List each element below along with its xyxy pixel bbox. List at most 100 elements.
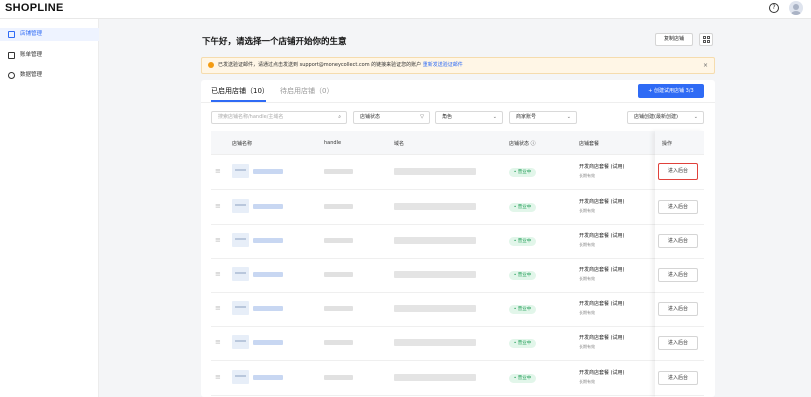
table-row[interactable]: ≡ • 营业中 开发商店套餐 (试用) 长期有效 进入后台 — [211, 361, 704, 396]
store-logo — [232, 164, 249, 178]
filter-icon: ▽ — [420, 114, 424, 120]
store-logo — [232, 233, 249, 247]
plan-name: 开发商店套餐 (试用) — [579, 233, 625, 239]
sidebar-item-label: 店铺管理 — [20, 31, 43, 37]
store-icon — [8, 31, 15, 38]
sort-select[interactable]: 店铺创建(最新创建) ⌄ — [627, 111, 704, 124]
column-header-plan: 店铺套餐 — [579, 141, 600, 147]
table-row[interactable]: ≡ • 营业中 开发商店套餐 (试用) 长期有效 进入后台 — [211, 190, 704, 225]
merchant-account-select[interactable]: 商家账号 ⌄ — [509, 111, 577, 124]
store-name[interactable] — [253, 375, 283, 380]
sidebar-item-bill-management[interactable]: 账单管理 — [0, 49, 99, 62]
store-name[interactable] — [253, 272, 283, 277]
drag-handle-icon[interactable]: ≡ — [215, 338, 221, 346]
column-header-status: 店铺状态 ⓘ — [509, 141, 536, 147]
shopline-logo[interactable]: SHOPLINE — [5, 2, 64, 14]
bill-icon — [8, 52, 15, 59]
plan-validity: 长期有效 — [579, 310, 595, 315]
sidebar-item-label: 账单管理 — [20, 52, 43, 58]
drag-handle-icon[interactable]: ≡ — [215, 236, 221, 244]
table-row[interactable]: ≡ • 营业中 开发商店套餐 (试用) 长期有效 进入后台 — [211, 326, 704, 361]
plan-name: 开发商店套餐 (试用) — [579, 267, 625, 273]
store-handle — [324, 375, 353, 380]
plan-name: 开发商店套餐 (试用) — [579, 370, 625, 376]
sidebar: 店铺管理 账单管理 数据管理 — [0, 19, 99, 397]
drag-handle-icon[interactable]: ≡ — [215, 373, 221, 381]
create-trial-store-button[interactable]: + 创建试用店铺 3/3 — [638, 84, 704, 98]
drag-handle-icon[interactable]: ≡ — [215, 167, 221, 175]
store-handle — [324, 204, 353, 209]
notice-text: 已发送验证邮件，请通过点击发送到 support@moneycollect.co… — [218, 62, 422, 68]
store-name[interactable] — [253, 169, 283, 174]
status-badge: • 营业中 — [509, 374, 536, 383]
grid-view-icon[interactable] — [699, 33, 713, 46]
status-badge: • 营业中 — [509, 168, 536, 177]
copy-store-button[interactable]: 复制店铺 — [655, 33, 693, 46]
chevron-down-icon: ⌄ — [693, 114, 698, 120]
drag-handle-icon[interactable]: ≡ — [215, 202, 221, 210]
resend-email-link[interactable]: 重新发送验证邮件 — [423, 62, 463, 68]
chevron-down-icon: ⌄ — [566, 114, 571, 120]
close-icon[interactable]: × — [703, 58, 708, 73]
data-icon — [8, 72, 15, 79]
plan-name: 开发商店套餐 (试用) — [579, 164, 625, 170]
sidebar-item-store-management[interactable]: 店铺管理 — [0, 28, 99, 41]
store-logo — [232, 301, 249, 315]
plan-name: 开发商店套餐 (试用) — [579, 199, 625, 205]
store-logo — [232, 335, 249, 349]
store-domain[interactable] — [394, 374, 476, 381]
store-domain[interactable] — [394, 305, 476, 312]
status-badge: • 营业中 — [509, 305, 536, 314]
plan-name: 开发商店套餐 (试用) — [579, 301, 625, 307]
store-domain[interactable] — [394, 339, 476, 346]
store-name[interactable] — [253, 306, 283, 311]
status-badge: • 营业中 — [509, 271, 536, 280]
tab-pending-stores[interactable]: 待启用店铺（0） — [280, 86, 333, 96]
plan-validity: 长期有效 — [579, 173, 595, 178]
role-select[interactable]: 角色 ⌄ — [435, 111, 503, 124]
store-handle — [324, 340, 353, 345]
tabs-divider — [201, 102, 715, 103]
sidebar-item-label: 数据管理 — [20, 72, 43, 78]
sidebar-item-data-management[interactable]: 数据管理 — [0, 69, 99, 82]
avatar[interactable] — [789, 1, 803, 15]
store-name[interactable] — [253, 340, 283, 345]
sort-select-label: 店铺创建(最新创建) — [634, 114, 678, 120]
drag-handle-icon[interactable]: ≡ — [215, 304, 221, 312]
store-domain[interactable] — [394, 168, 476, 175]
search-input[interactable]: 搜索店铺名称/handle/主域名 ⌕ — [211, 111, 347, 124]
status-filter-label: 店铺状态 — [360, 114, 381, 120]
store-domain[interactable] — [394, 237, 476, 244]
store-handle — [324, 272, 353, 277]
chevron-down-icon: ⌄ — [492, 114, 497, 120]
table-row[interactable]: ≡ • 营业中 开发商店套餐 (试用) 长期有效 进入后台 — [211, 292, 704, 327]
drag-handle-icon[interactable]: ≡ — [215, 270, 221, 278]
store-name[interactable] — [253, 204, 283, 209]
table-row[interactable]: ≡ • 营业中 开发商店套餐 (试用) 长期有效 进入后台 — [211, 224, 704, 259]
tab-enabled-stores[interactable]: 已启用店铺（10） — [211, 86, 269, 96]
column-header-name: 店铺名称 — [232, 141, 253, 147]
table-row[interactable]: ≡ • 营业中 开发商店套餐 (试用) 长期有效 进入后台 — [211, 258, 704, 293]
store-domain[interactable] — [394, 271, 476, 278]
status-badge: • 营业中 — [509, 339, 536, 348]
store-logo — [232, 267, 249, 281]
store-handle — [324, 169, 353, 174]
merchant-account-label: 商家账号 — [516, 114, 537, 120]
action-column-shadow — [655, 131, 704, 397]
page-title: 下午好，请选择一个店铺开始你的生意 — [202, 37, 347, 47]
store-name[interactable] — [253, 238, 283, 243]
status-filter[interactable]: 店铺状态 ▽ — [353, 111, 430, 124]
store-handle — [324, 306, 353, 311]
help-icon[interactable]: ? — [769, 3, 779, 13]
store-domain[interactable] — [394, 203, 476, 210]
role-select-label: 角色 — [442, 114, 453, 120]
store-logo — [232, 199, 249, 213]
search-icon: ⌕ — [338, 114, 341, 120]
search-placeholder: 搜索店铺名称/handle/主域名 — [218, 114, 284, 120]
plan-validity: 长期有效 — [579, 344, 595, 349]
plan-validity: 长期有效 — [579, 208, 595, 213]
warning-icon — [208, 62, 214, 68]
plan-name: 开发商店套餐 (试用) — [579, 335, 625, 341]
plan-validity: 长期有效 — [579, 276, 595, 281]
table-row[interactable]: ≡ • 营业中 开发商店套餐 (试用) 长期有效 进入后台 — [211, 155, 704, 190]
